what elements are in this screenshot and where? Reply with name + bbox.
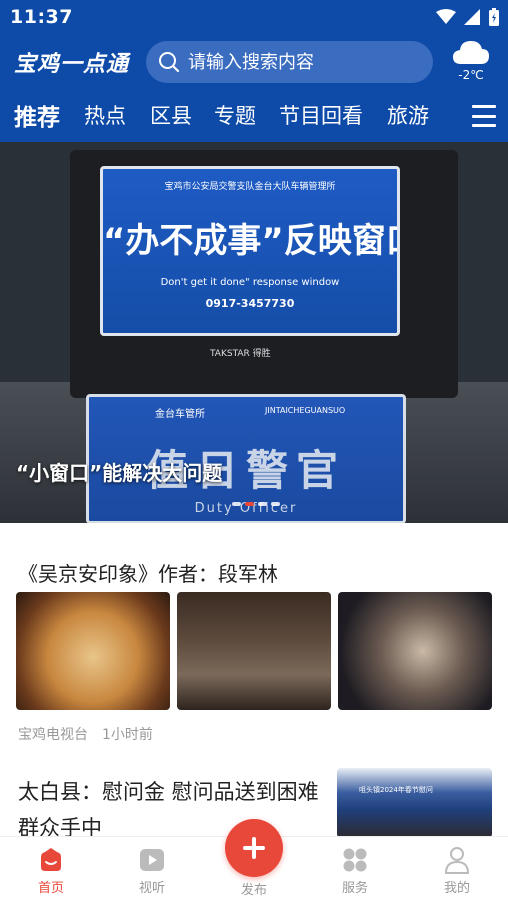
news-thumbnail[interactable] [338,592,492,710]
tab-hot[interactable]: 热点 [84,100,126,130]
search-input[interactable] [188,51,428,73]
sign-phone: 0917-3457730 [205,297,295,310]
tab-districts[interactable]: 区县 [150,100,192,130]
app-logo[interactable]: 宝鸡一点通 [14,46,129,78]
news-thumbnail[interactable] [16,592,170,710]
cloud-icon [453,41,489,64]
nav-profile-label: 我的 [443,881,470,896]
banner-carousel[interactable]: 宝鸡市公安局交警支队金台大队车辆管理所 “办不成事”反映窗口 Don't get… [0,142,508,523]
sign-headline: “办不成事”反映窗口 [103,221,397,261]
tab-replay[interactable]: 节目回看 [279,100,363,130]
weather-temperature: -2℃ [458,68,484,82]
news-title[interactable]: 《吴京安印象》作者：段军林 [18,558,278,587]
sign-org: 宝鸡市公安局交警支队金台大队车辆管理所 [164,182,336,192]
news-source: 宝鸡电视台 [18,727,88,743]
channel-tabs: 推荐 热点 区县 专题 节目回看 旅游 [0,96,508,134]
news-time: 1小时前 [102,727,153,743]
weather-widget[interactable]: -2℃ [449,38,493,82]
publish-button[interactable] [225,819,283,877]
nav-home-label: 首页 [37,881,64,896]
home-icon [41,848,61,871]
play-icon [140,849,164,871]
nav-home[interactable]: 首页 [16,845,86,896]
menu-icon [472,105,496,108]
tab-travel[interactable]: 旅游 [387,100,429,130]
sign-brand: TAKSTAR 得胜 [210,349,271,359]
battery-icon [489,8,499,26]
sign-english: Don't get it done" response window [160,277,340,288]
status-time: 11:37 [10,6,73,28]
tab-topics[interactable]: 专题 [214,100,256,130]
grid-icon [343,848,367,872]
nav-av[interactable]: 视听 [117,845,187,896]
nav-profile[interactable]: 我的 [422,845,492,896]
carousel-dot-active [245,502,254,506]
plus-icon [243,837,265,859]
carousel-dot [232,502,241,506]
status-bar: 11:37 [0,0,508,34]
news-thumbnails [16,592,492,710]
nav-av-label: 视听 [138,881,165,896]
nav-services[interactable]: 服务 [320,845,390,896]
tab-recommend[interactable]: 推荐 [14,98,60,132]
banner-caption: “小窗口”能解决大问题 [16,461,223,485]
channel-menu-button[interactable] [472,105,496,127]
carousel-dot [258,502,267,506]
banner-sign-upper: 宝鸡市公安局交警支队金台大队车辆管理所 “办不成事”反映窗口 Don't get… [100,166,400,336]
publish-label: 发布 [240,883,267,898]
search-icon [159,52,180,73]
signal-icon [464,9,480,25]
thumbnail-banner-text: 咀头镇2024年春节慰问 [359,786,433,794]
search-bar[interactable] [146,41,433,83]
sign-station-en: JINTAICHEGUANSUO [265,406,346,415]
nav-services-label: 服务 [341,881,368,896]
news-thumbnail[interactable] [177,592,331,710]
user-icon [444,847,470,874]
status-icons [436,7,500,27]
wifi-icon [436,9,456,24]
news-thumbnail[interactable]: 咀头镇2024年春节慰问 [337,768,492,838]
news-meta: 宝鸡电视台 1小时前 [18,724,153,744]
carousel-dot [271,502,280,506]
carousel-indicator [232,502,280,506]
sign-station: 金台车管所 [155,409,205,420]
